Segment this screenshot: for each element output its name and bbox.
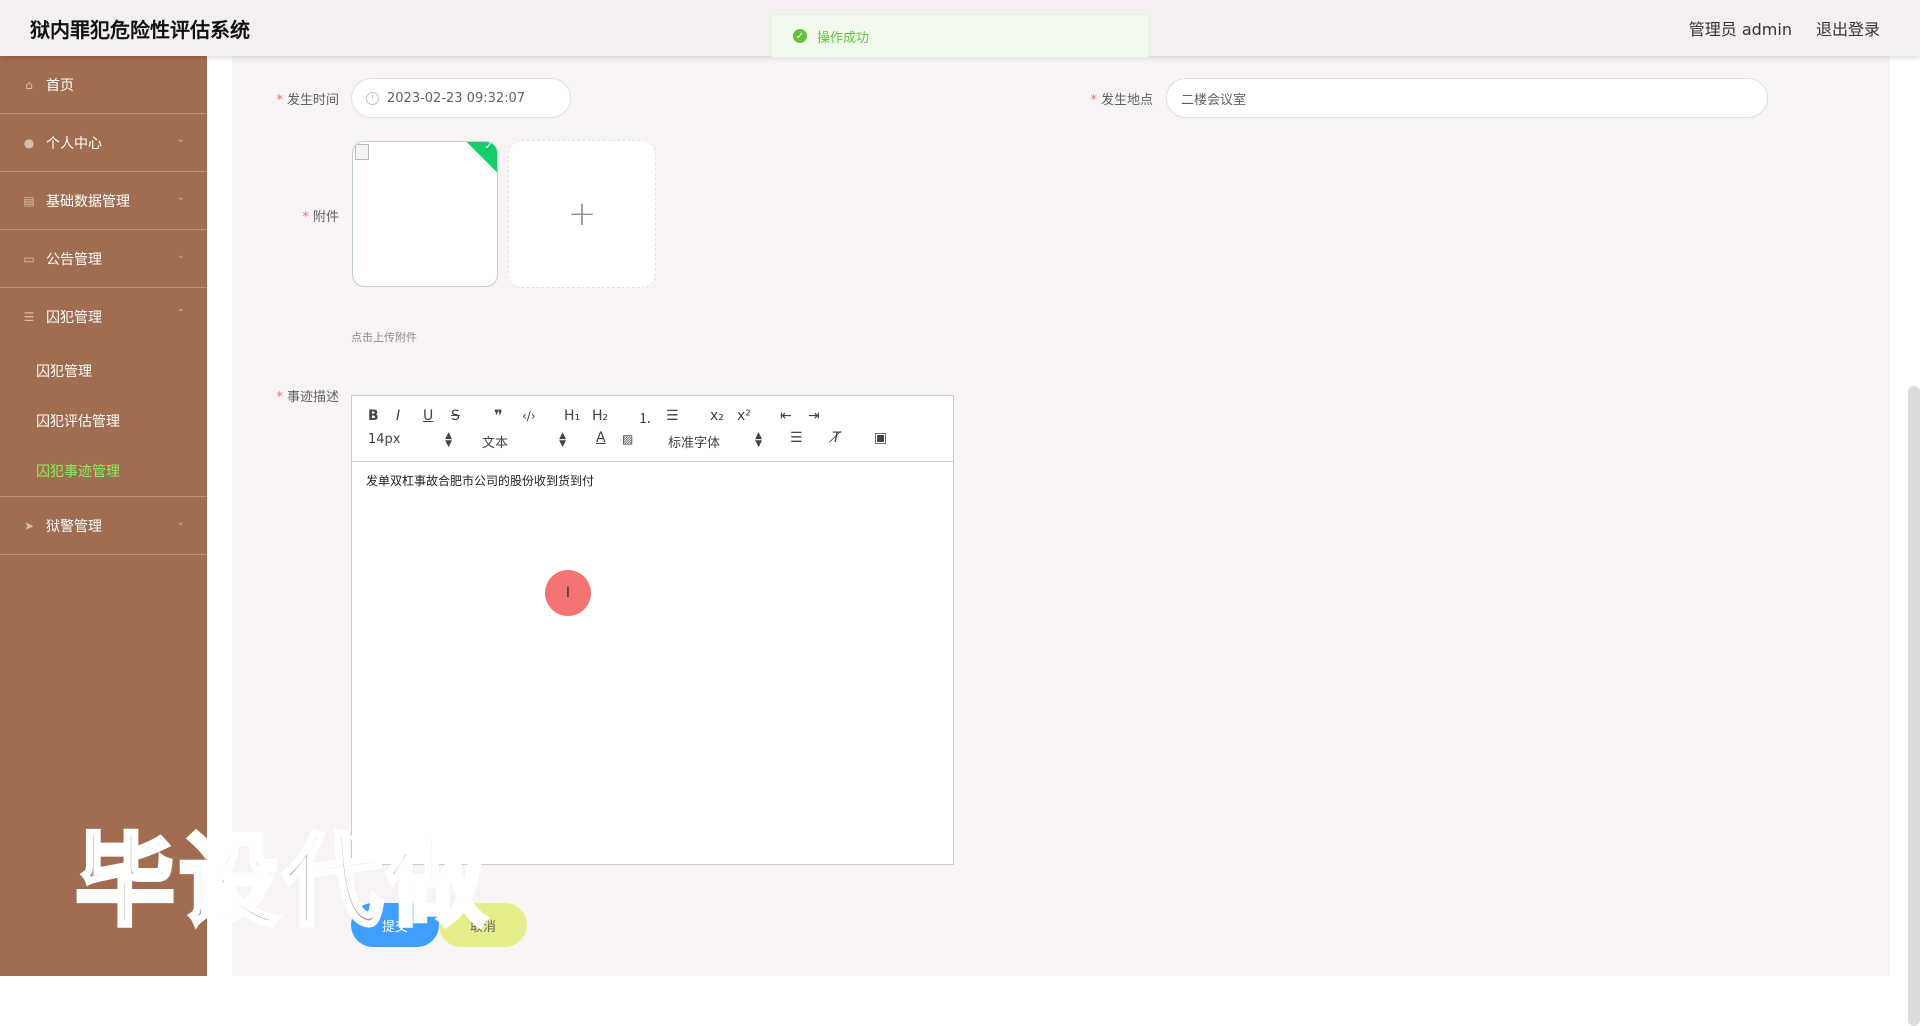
scrollbar[interactable]: [1908, 386, 1920, 1026]
sidebar-item-label: 首页: [46, 77, 74, 94]
sidebar-item-label: 基础数据管理: [46, 193, 130, 210]
watermark: 毕设代做: [73, 821, 491, 942]
location-field[interactable]: 二楼会议室: [1166, 78, 1768, 118]
select-caret-icon: ▲ ▼: [445, 431, 452, 449]
sidebar-item-prisoner[interactable]: ☰ 囚犯管理 ⌃: [0, 288, 207, 346]
rich-text-editor: B I U S ❞ ‹/› H₁ H₂ ⒈ ☰ x₂ x² ⇤ ⇥ 14px ▲…: [351, 395, 954, 865]
sidebar-item-basic-data[interactable]: ▤ 基础数据管理 ⌄: [0, 172, 207, 230]
sidebar-item-home[interactable]: ⌂ 首页: [0, 56, 207, 114]
blockquote-button[interactable]: ❞: [494, 406, 503, 425]
indent-icon[interactable]: ⇥: [808, 408, 820, 424]
sidebar-item-profile[interactable]: ● 个人中心 ⌄: [0, 114, 207, 172]
outdent-icon[interactable]: ⇤: [780, 408, 792, 424]
clear-format-icon[interactable]: T̸: [832, 430, 841, 446]
monitor-icon: ▭: [23, 251, 35, 266]
clock-icon: [366, 91, 379, 105]
image-icon[interactable]: ▣: [874, 430, 887, 446]
strike-button[interactable]: S: [451, 408, 460, 424]
logout-link[interactable]: 退出登录: [1816, 16, 1880, 40]
font-family-select[interactable]: 标准字体 ▲ ▼: [668, 431, 762, 452]
success-toast: ✓ 操作成功: [770, 14, 1150, 58]
sidebar-item-guard[interactable]: ➤ 狱警管理 ⌄: [0, 497, 207, 555]
sidebar-group-prisoner: ☰ 囚犯管理 ⌃ 囚犯管理 囚犯评估管理 囚犯事迹管理: [0, 288, 207, 497]
font-family-value: 标准字体: [668, 436, 721, 451]
h2-button[interactable]: H₂: [592, 408, 608, 424]
sidebar-item-label: 个人中心: [46, 135, 102, 152]
database-icon: ▤: [23, 193, 35, 208]
home-icon: ⌂: [25, 77, 33, 92]
location-value: 二楼会议室: [1181, 92, 1247, 108]
chevron-down-icon: ⌄: [176, 250, 185, 261]
background-color-icon[interactable]: ▨: [622, 432, 633, 446]
font-size-select[interactable]: 14px ▲ ▼: [368, 431, 452, 449]
check-circle-icon: ✓: [793, 29, 807, 43]
font-color-icon[interactable]: A: [596, 430, 606, 446]
align-icon[interactable]: ☰: [790, 430, 803, 446]
select-caret-icon: ▲ ▼: [559, 431, 566, 449]
attachment-hint: 点击上传附件: [351, 331, 417, 344]
time-field[interactable]: 2023-02-23 09:32:07: [351, 78, 571, 118]
sidebar-item-label: 囚犯管理: [46, 310, 102, 326]
bold-button[interactable]: B: [368, 408, 379, 424]
chevron-down-icon: ⌄: [176, 192, 185, 203]
sidebar-subitem-prisoner-manage[interactable]: 囚犯管理: [0, 346, 207, 396]
subscript-button[interactable]: x₂: [710, 408, 724, 424]
chevron-down-icon: ⌄: [176, 134, 185, 145]
user-icon: ●: [23, 135, 35, 150]
text-cursor-indicator: I: [545, 570, 591, 616]
chevron-up-icon: ⌃: [176, 308, 185, 319]
sidebar-item-notice[interactable]: ▭ 公告管理 ⌄: [0, 230, 207, 288]
select-caret-icon: ▲ ▼: [755, 431, 762, 449]
header-user-area: 管理员 admin 退出登录: [1689, 16, 1880, 40]
broken-image-icon: [355, 144, 369, 160]
editor-toolbar: B I U S ❞ ‹/› H₁ H₂ ⒈ ☰ x₂ x² ⇤ ⇥ 14px ▲…: [352, 396, 953, 462]
current-user-label: 管理员 admin: [1688, 20, 1792, 39]
description-label: * 事迹描述: [276, 390, 339, 405]
send-icon: ➤: [23, 518, 35, 533]
code-block-button[interactable]: ‹/›: [522, 409, 536, 423]
toast-message: 操作成功: [817, 30, 870, 46]
list-icon: ☰: [23, 310, 35, 324]
h1-button[interactable]: H₁: [564, 408, 580, 424]
header-select[interactable]: 文本 ▲ ▼: [482, 431, 566, 452]
editor-content[interactable]: 发单双杠事故合肥市公司的股份收到货到付: [352, 462, 953, 499]
superscript-button[interactable]: x²: [737, 408, 751, 424]
header-value: 文本: [482, 436, 509, 451]
chevron-down-icon: ⌄: [176, 517, 185, 528]
attachment-label: * 附件: [302, 210, 339, 225]
underline-button[interactable]: U: [423, 408, 433, 424]
italic-button[interactable]: I: [396, 408, 400, 424]
uploaded-file-thumbnail[interactable]: ✓: [352, 141, 498, 287]
upload-add-button[interactable]: +: [508, 140, 656, 288]
sidebar-item-label: 狱警管理: [46, 518, 102, 535]
sidebar-subitem-prisoner-deeds[interactable]: 囚犯事迹管理: [0, 446, 207, 496]
location-label: * 发生地点: [1090, 93, 1153, 108]
time-label: * 发生时间: [276, 93, 339, 108]
sidebar-item-label: 公告管理: [46, 251, 102, 268]
ordered-list-icon[interactable]: ⒈: [638, 408, 652, 428]
sidebar-subitem-prisoner-assessment[interactable]: 囚犯评估管理: [0, 396, 207, 446]
bullet-list-icon[interactable]: ☰: [666, 408, 679, 424]
upload-success-badge: ✓: [465, 141, 497, 174]
app-title: 狱内罪犯危险性评估系统: [30, 18, 250, 42]
plus-icon: +: [567, 194, 597, 234]
text-cursor-icon: I: [565, 585, 571, 601]
time-value: 2023-02-23 09:32:07: [387, 90, 526, 106]
font-size-value: 14px: [368, 432, 401, 447]
check-icon: ✓: [484, 141, 493, 152]
